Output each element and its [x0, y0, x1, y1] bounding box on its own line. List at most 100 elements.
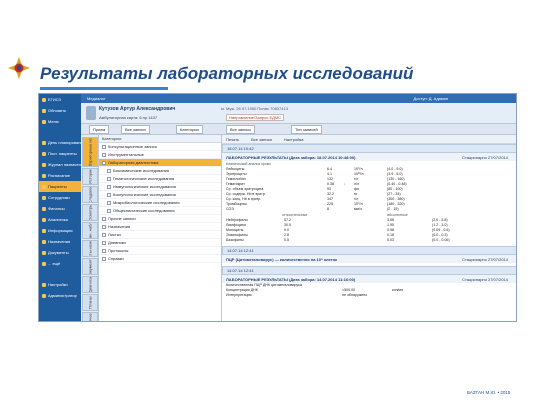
category-label: Лабораторная диагностика: [108, 160, 159, 165]
category-item[interactable]: Иммунологические исследования: [99, 183, 221, 191]
sidebar-item-label: Пациенты: [48, 184, 67, 189]
checkbox-icon[interactable]: [102, 152, 106, 157]
checkbox-icon[interactable]: [102, 240, 106, 245]
category-header: Категория:: [99, 135, 221, 143]
sidebar-item-label: Информация: [48, 228, 73, 233]
checkbox-icon[interactable]: [107, 200, 111, 205]
category-item[interactable]: Назначения: [99, 223, 221, 231]
category-label: Справки: [108, 256, 124, 261]
category-item[interactable]: Биохимические исследования: [99, 167, 221, 175]
checkbox-icon[interactable]: [107, 184, 111, 189]
sidebar-item[interactable]: Обновить: [39, 105, 81, 116]
sidebar-item[interactable]: Расписание: [39, 170, 81, 181]
checkbox-icon[interactable]: [107, 176, 111, 181]
vertical-tab[interactable]: Планы: [82, 294, 98, 311]
toolbar-tab[interactable]: Все записи: [226, 125, 255, 134]
category-item[interactable]: Инструментальные: [99, 151, 221, 159]
category-item[interactable]: Протоколы: [99, 247, 221, 255]
toolbar-tab[interactable]: Категории: [176, 125, 203, 134]
sidebar-item[interactable]: Аналитика: [39, 214, 81, 225]
category-label: Консультационные записи: [108, 144, 157, 149]
vertical-tab[interactable]: Диагнозы: [82, 276, 98, 293]
vertical-tab[interactable]: Прочее: [82, 312, 98, 321]
sidebar-item[interactable]: Сотрудники: [39, 192, 81, 203]
test-name: Интерпретация: [226, 293, 252, 297]
checkbox-icon[interactable]: [102, 144, 106, 149]
checkbox-icon[interactable]: [107, 168, 111, 173]
sidebar-item[interactable]: Финансы: [39, 203, 81, 214]
sidebar-item-label: Меню: [48, 119, 59, 124]
vertical-tab[interactable]: Обследования: [82, 186, 98, 203]
toolbar-tab[interactable]: Прием: [89, 125, 110, 134]
calendar-icon: [42, 140, 46, 145]
doc-toolbar-item[interactable]: Печать: [226, 137, 239, 142]
record-header-2[interactable]: 14.07.14 12:41: [222, 246, 516, 255]
category-item[interactable]: Микробиологические исследования: [99, 199, 221, 207]
record-datetime: 14.07.14 12:41: [227, 248, 254, 253]
document-toolbar: Печать Все записи Настройка: [222, 135, 516, 144]
vertical-tab[interactable]: Лабораторные иссл.: [82, 137, 98, 167]
category-item[interactable]: Общеклинические исследования: [99, 207, 221, 215]
sidebar-item[interactable]: Пациенты: [39, 181, 81, 192]
sidebar-item[interactable]: Меню: [39, 116, 81, 127]
doc-toolbar-item[interactable]: Настройка: [284, 137, 304, 142]
result-row: Интерпретация не обнаружено: [222, 293, 516, 298]
vertical-tab[interactable]: Осмотры: [82, 204, 98, 221]
category-item[interactable]: Справки: [99, 255, 221, 263]
category-panel: Категория: Консультационные записи Инстру…: [99, 135, 222, 321]
slide-footer: БАЗТАН М.Ю. • 2015: [467, 390, 511, 395]
vertical-tab[interactable]: Дневн. наблюд.: [82, 222, 98, 239]
category-label: Иммунологические исследования: [113, 184, 176, 189]
sidebar-item[interactable]: Администратор: [39, 290, 81, 301]
home-icon: [42, 97, 46, 102]
category-item[interactable]: Листки: [99, 231, 221, 239]
checkbox-icon[interactable]: [102, 248, 106, 253]
category-label: Протоколы: [108, 248, 129, 253]
patients-icon: [42, 151, 46, 156]
sidebar-item[interactable]: ЕГИСЗ: [39, 94, 81, 105]
reference-range: (0.0 - 0.06): [432, 238, 450, 242]
vertical-tab[interactable]: Документы: [82, 258, 98, 275]
category-item[interactable]: Прочие записи: [99, 215, 221, 223]
sidebar-item[interactable]: Документы: [39, 247, 81, 258]
sidebar-item[interactable]: День планирования: [39, 137, 81, 148]
sidebar-item[interactable]: Назначения: [39, 236, 81, 247]
vertical-tab[interactable]: Истории: [82, 168, 98, 185]
toolbar-tab[interactable]: Тип записей: [291, 125, 322, 134]
toolbar-tab[interactable]: Все записи: [121, 125, 150, 134]
record-datetime: 18.07.14 10:42: [227, 146, 254, 151]
checkbox-icon[interactable]: [107, 208, 111, 213]
category-item[interactable]: Лабораторная диагностика: [99, 159, 221, 167]
category-item[interactable]: Гематологические исследования: [99, 175, 221, 183]
checkbox-icon[interactable]: [102, 232, 106, 237]
patient-avatar: [86, 106, 96, 120]
category-item[interactable]: Дневники: [99, 239, 221, 247]
sidebar-item-label: Назначения: [48, 239, 71, 244]
sidebar-item[interactable]: Информация: [39, 225, 81, 236]
vertical-tabs: Лабораторные иссл. Истории Обследования Осм…: [81, 135, 99, 321]
checkbox-icon[interactable]: [102, 256, 106, 261]
category-label: Листки: [108, 232, 121, 237]
vertical-tab[interactable]: Листы назнач.: [82, 240, 98, 257]
doc-toolbar-item[interactable]: Все записи: [251, 137, 272, 142]
checkbox-icon[interactable]: [102, 224, 106, 229]
title-underline: [40, 87, 168, 90]
category-item[interactable]: Консультационные записи: [99, 143, 221, 151]
sidebar-item[interactable]: ... ещё: [39, 258, 81, 269]
checkbox-icon[interactable]: [102, 216, 106, 221]
more-icon: [42, 261, 46, 266]
sidebar-item-label: Сотрудники: [48, 195, 70, 200]
record-header[interactable]: 18.07.14 10:42: [222, 144, 516, 153]
sidebar-item[interactable]: Журнал назначений: [39, 159, 81, 170]
record-header-3[interactable]: 14.07.14 12:41: [222, 266, 516, 275]
referral-button[interactable]: Направление/Запрос ЕДМС: [226, 114, 285, 121]
sidebar-item[interactable]: Пост. пациенты: [39, 148, 81, 159]
sidebar-item[interactable]: Настройки: [39, 279, 81, 290]
category-item[interactable]: Коагулологические исследования: [99, 191, 221, 199]
record-status: Стационарно 27/07/2014: [462, 154, 508, 160]
checkbox-icon[interactable]: [107, 192, 111, 197]
test-value: не обнаружено: [342, 293, 368, 297]
checkbox-icon[interactable]: [102, 160, 106, 165]
sidebar-item-label: Настройки: [48, 282, 68, 287]
